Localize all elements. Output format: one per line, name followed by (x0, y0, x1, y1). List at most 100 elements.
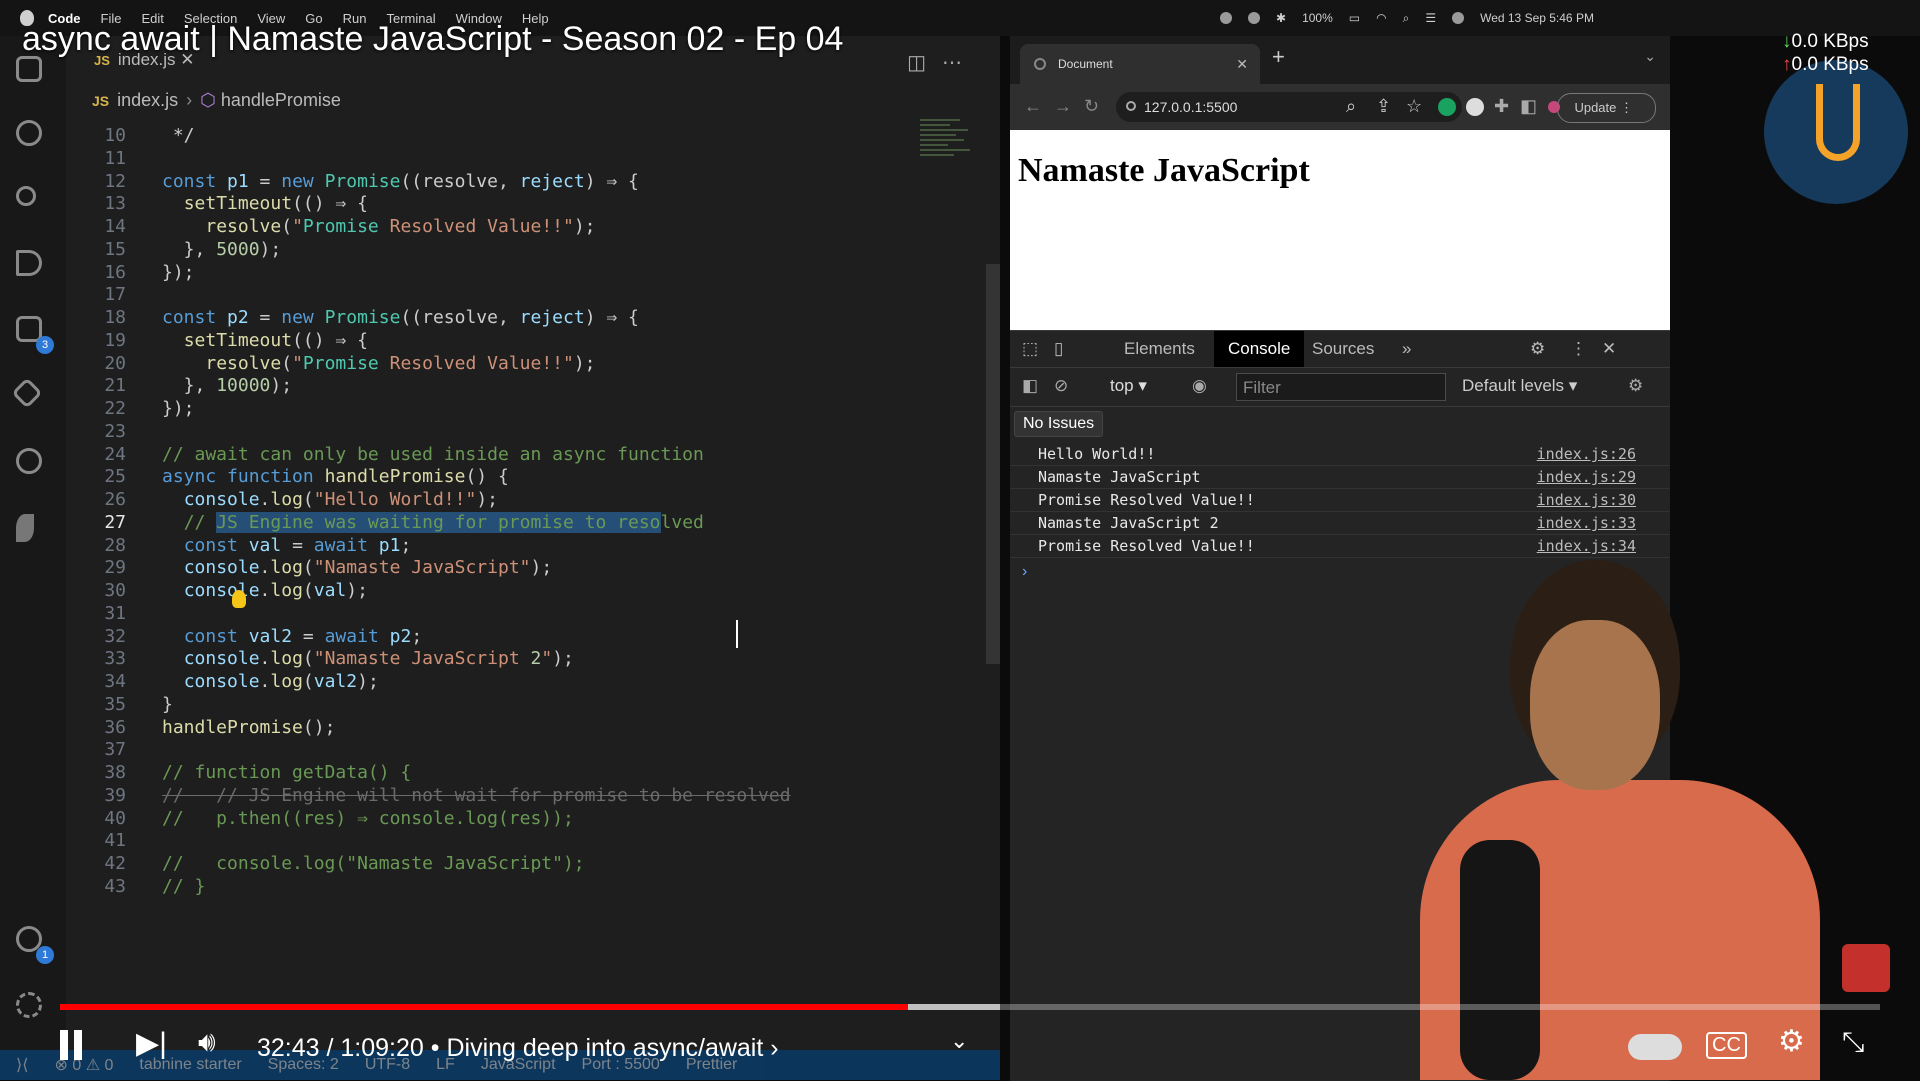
chevron-right-icon: › (186, 90, 193, 110)
breadcrumb-symbol[interactable]: handlePromise (221, 90, 341, 110)
explorer-icon[interactable] (16, 56, 48, 88)
log-levels-label: Default levels (1462, 376, 1565, 395)
pause-icon[interactable] (60, 1030, 88, 1065)
code-line[interactable]: 43 // } (66, 873, 966, 901)
split-editor-icon[interactable]: ◫ (907, 52, 942, 74)
console-filter-input[interactable]: Filter (1236, 373, 1446, 401)
source-control-icon[interactable] (16, 186, 48, 218)
channel-avatar[interactable] (1764, 60, 1908, 204)
live-expression-eye-icon[interactable]: ◉ (1192, 376, 1207, 396)
subscribe-watermark-icon[interactable] (1842, 944, 1890, 992)
minimap[interactable] (920, 116, 976, 206)
devtools-settings-icon[interactable]: ⚙ (1530, 331, 1545, 367)
inspect-element-icon[interactable]: ⬚ (1022, 331, 1038, 367)
tab-elements[interactable]: Elements (1124, 331, 1195, 367)
url-text: 127.0.0.1:5500 (1144, 99, 1238, 115)
captions-icon[interactable]: CC (1706, 1032, 1747, 1059)
console-message: Promise Resolved Value!! (1038, 537, 1255, 555)
text-cursor (736, 620, 738, 648)
console-prompt-icon[interactable]: › (1022, 563, 1027, 581)
control-center-icon[interactable]: ☰ (1425, 11, 1436, 25)
clear-console-icon[interactable]: ⊘ (1054, 376, 1068, 396)
spotlight-icon[interactable]: ⌕ (1403, 11, 1410, 26)
chapter-title[interactable]: • Diving deep into async/await › (431, 1034, 779, 1062)
battery-icon[interactable]: ▭ (1349, 11, 1360, 25)
chevron-down-icon[interactable]: ⌄ (950, 1028, 968, 1054)
close-devtools-icon[interactable]: ✕ (1602, 331, 1616, 367)
more-tabs-icon[interactable]: » (1402, 331, 1411, 367)
video-title[interactable]: async await | Namaste JavaScript - Seaso… (22, 20, 843, 59)
git-graph-icon[interactable] (16, 448, 48, 480)
player-controls: ▶| 🔊︎ 32:43 / 1:09:20 • Diving deep into… (0, 1020, 1920, 1076)
extensions-icon[interactable]: 3 (16, 316, 54, 354)
upload-arrow-icon: ↑ (1782, 54, 1792, 75)
update-button[interactable]: Update ⋮ (1557, 93, 1656, 123)
bluetooth-icon[interactable]: ✱ (1276, 11, 1286, 25)
browser-tab-title: Document (1058, 57, 1113, 71)
browser-tab-strip: Document ✕ + ⌄ (1010, 36, 1670, 84)
device-toolbar-icon[interactable]: ▯ (1054, 331, 1063, 367)
settings-hd-icon[interactable]: ⚙ (1778, 1024, 1805, 1059)
video-progress-bar[interactable] (60, 1004, 1880, 1010)
grammarly-icon[interactable] (1438, 98, 1456, 116)
volume-icon[interactable]: 🔊︎ (198, 1026, 216, 1059)
console-source-link[interactable]: index.js:30 (1537, 489, 1636, 511)
breadcrumb-file[interactable]: index.js (117, 90, 178, 110)
console-source-link[interactable]: index.js:29 (1537, 466, 1636, 488)
close-tab-icon[interactable]: ✕ (1236, 44, 1248, 84)
reload-icon[interactable]: ↻ (1084, 96, 1099, 117)
context-select[interactable]: top ▾ (1110, 376, 1147, 396)
globe-icon (1034, 58, 1046, 70)
search-icon[interactable] (16, 120, 48, 152)
siri-icon[interactable] (1452, 12, 1465, 24)
console-source-link[interactable]: index.js:33 (1537, 512, 1636, 534)
progress-buffered (908, 1004, 1000, 1010)
js-file-icon: JS (92, 93, 110, 109)
site-info-icon[interactable] (1126, 101, 1136, 111)
console-source-link[interactable]: index.js:34 (1537, 535, 1636, 557)
wifi-icon[interactable]: ◠ (1376, 11, 1386, 25)
time-and-chapter[interactable]: 32:43 / 1:09:20 • Diving deep into async… (257, 1034, 779, 1063)
more-actions-icon[interactable]: ⋯ (942, 52, 978, 74)
activity-bar: 3 1 (0, 36, 66, 1050)
tab-search-chevron-icon[interactable]: ⌄ (1644, 48, 1656, 65)
next-icon[interactable]: ▶| (136, 1026, 167, 1061)
exit-fullscreen-icon[interactable]: ⤡ (1842, 1026, 1864, 1059)
console-source-link[interactable]: index.js:26 (1537, 443, 1636, 465)
extension-circle-icon[interactable] (1466, 98, 1484, 116)
download-arrow-icon: ↓ (1782, 31, 1792, 52)
run-debug-icon[interactable] (16, 250, 48, 282)
console-sidebar-icon[interactable]: ◧ (1022, 376, 1038, 396)
new-tab-icon[interactable]: + (1272, 44, 1285, 70)
browser-tab[interactable]: Document ✕ (1020, 44, 1260, 84)
accounts-icon[interactable]: 1 (16, 926, 54, 964)
console-settings-icon[interactable]: ⚙ (1628, 376, 1643, 396)
console-message: Namaste JavaScript 2 (1038, 514, 1219, 532)
issues-button[interactable]: No Issues (1014, 411, 1104, 437)
forward-icon[interactable]: → (1054, 96, 1072, 117)
upload-speed: 0.0 KBps (1791, 54, 1869, 75)
accounts-badge: 1 (36, 946, 54, 964)
back-icon[interactable]: ← (1024, 96, 1042, 117)
lightbulb-icon[interactable] (232, 590, 246, 608)
leaf-icon[interactable] (16, 514, 48, 546)
share-icon[interactable]: ⇪ (1376, 96, 1391, 117)
user-icon[interactable] (1248, 12, 1260, 24)
remote-explorer-icon[interactable] (11, 377, 48, 414)
record-icon[interactable] (1220, 12, 1232, 24)
side-panel-icon[interactable]: ◧ (1520, 96, 1537, 117)
zoom-icon[interactable]: ⌕ (1346, 96, 1356, 117)
line-number: 43 (104, 875, 126, 897)
network-speed: ↓0.0 KBps ↑0.0 KBps (1782, 30, 1869, 76)
tab-sources[interactable]: Sources (1312, 331, 1374, 367)
tab-console[interactable]: Console (1214, 331, 1305, 367)
editor-scrollbar[interactable] (986, 264, 1000, 664)
console-message: Promise Resolved Value!! (1038, 491, 1255, 509)
extensions-puzzle-icon[interactable]: ✚ (1494, 96, 1509, 117)
bookmark-star-icon[interactable]: ☆ (1406, 96, 1422, 117)
devtools-menu-icon[interactable]: ⋮ (1570, 331, 1587, 367)
flame-logo-icon (1816, 84, 1860, 161)
autoplay-toggle[interactable] (1628, 1034, 1682, 1060)
log-levels-select[interactable]: Default levels ▾ (1462, 376, 1577, 396)
web-page: Namaste JavaScript (1010, 130, 1670, 330)
